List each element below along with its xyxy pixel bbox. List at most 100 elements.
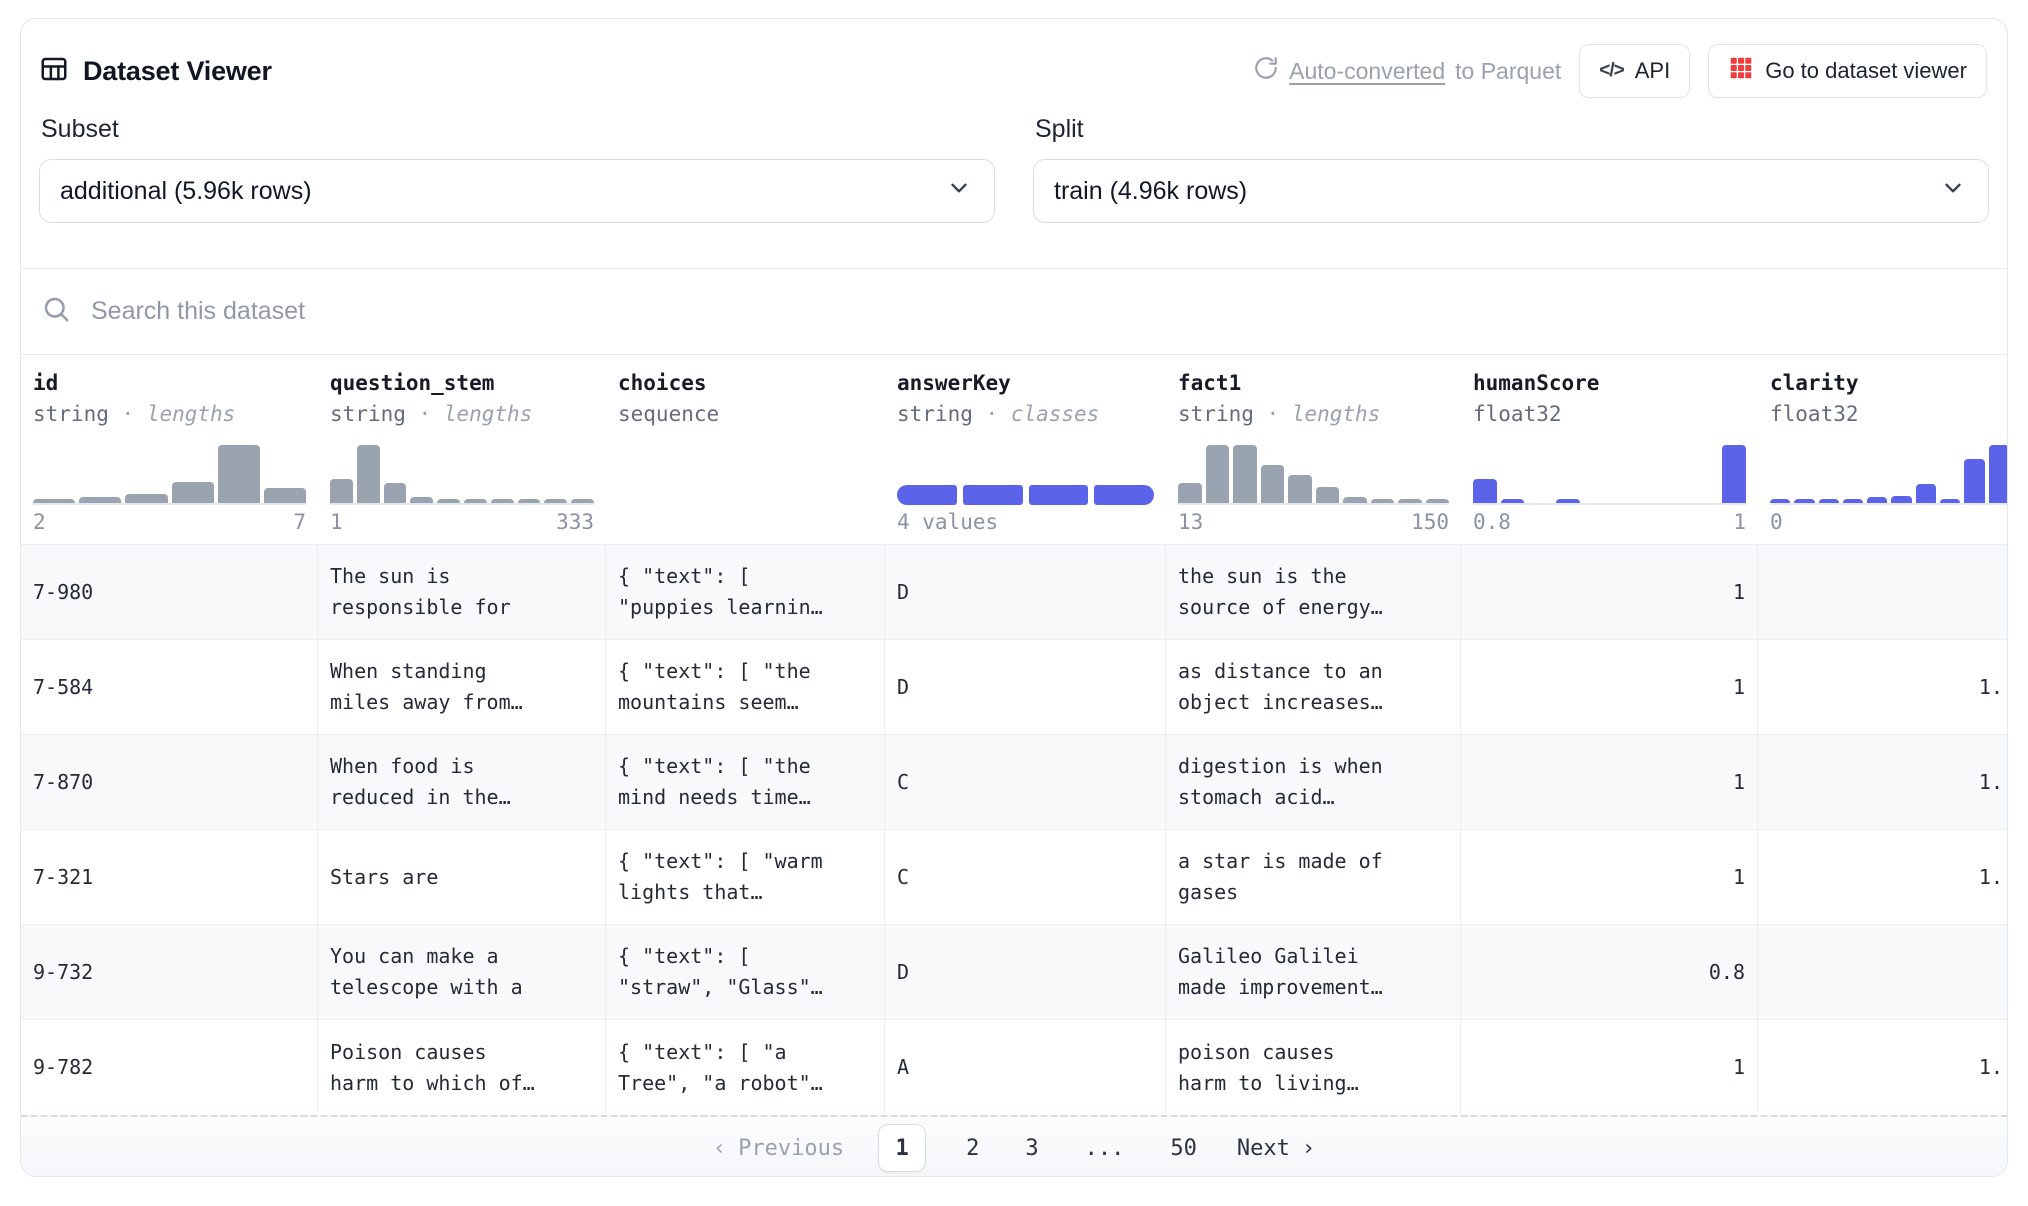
chevron-right-icon: › xyxy=(1302,1136,1315,1161)
cell-question-stem[interactable]: Stars are xyxy=(318,830,606,924)
cell-fact1[interactable]: poison causes harm to living… xyxy=(1166,1020,1461,1115)
next-label: Next xyxy=(1237,1136,1290,1161)
column-header-fact1: fact1 string · lengths 13150 xyxy=(1166,355,1461,544)
cell-fact1[interactable]: a star is made of gases xyxy=(1166,830,1461,924)
table-row[interactable]: 9-782 Poison causes harm to which of… { … xyxy=(21,1020,2007,1115)
cell-answerkey[interactable]: C xyxy=(885,830,1166,924)
page-3-button[interactable]: 3 xyxy=(1019,1136,1044,1161)
page-title: Dataset Viewer xyxy=(83,56,272,87)
cell-fact1[interactable]: digestion is when stomach acid… xyxy=(1166,735,1461,829)
cell-id[interactable]: 9-732 xyxy=(21,925,318,1019)
subset-select[interactable]: additional (5.96k rows) xyxy=(39,159,995,223)
go-to-dataset-viewer-button[interactable]: Go to dataset viewer xyxy=(1708,44,1987,98)
column-name: answerKey xyxy=(897,371,1154,395)
red-grid-icon xyxy=(1728,55,1754,87)
column-name: humanScore xyxy=(1473,371,1746,395)
column-header-question-stem: question_stem string · lengths 1333 xyxy=(318,355,606,544)
previous-label: Previous xyxy=(738,1136,844,1161)
cell-id[interactable]: 7-870 xyxy=(21,735,318,829)
table-row[interactable]: 7-870 When food is reduced in the… { "te… xyxy=(21,735,2007,830)
cell-clarity[interactable]: 1. xyxy=(1758,1020,2008,1115)
cell-id[interactable]: 9-782 xyxy=(21,1020,318,1115)
cell-question-stem[interactable]: Poison causes harm to which of… xyxy=(318,1020,606,1115)
cell-id[interactable]: 7-584 xyxy=(21,640,318,734)
dataset-viewer-card: Dataset Viewer Auto-converted to Parquet… xyxy=(20,18,2008,1177)
cell-humanscore[interactable]: 1 xyxy=(1461,1020,1758,1115)
page-ellipsis: ... xyxy=(1079,1136,1131,1161)
chevron-down-icon xyxy=(946,175,972,208)
previous-button[interactable]: ‹ Previous xyxy=(713,1136,844,1161)
cell-humanscore[interactable]: 1 xyxy=(1461,640,1758,734)
api-button-label: API xyxy=(1635,58,1670,84)
cell-answerkey[interactable]: A xyxy=(885,1020,1166,1115)
column-name: clarity xyxy=(1770,371,2008,395)
cell-clarity[interactable] xyxy=(1758,925,2008,1019)
cell-clarity[interactable]: 1. xyxy=(1758,830,2008,924)
cell-fact1[interactable]: Galileo Galilei made improvement… xyxy=(1166,925,1461,1019)
cell-id[interactable]: 7-321 xyxy=(21,830,318,924)
column-name: id xyxy=(33,371,306,395)
table-row[interactable]: 7-584 When standing miles away from… { "… xyxy=(21,640,2007,735)
column-header-choices: choices sequence xyxy=(606,355,885,544)
cell-humanscore[interactable]: 1 xyxy=(1461,830,1758,924)
cell-question-stem[interactable]: You can make a telescope with a xyxy=(318,925,606,1019)
cell-choices[interactable]: { "text": [ "the mountains seem… xyxy=(606,640,885,734)
cell-answerkey[interactable]: C xyxy=(885,735,1166,829)
cell-answerkey[interactable]: D xyxy=(885,545,1166,639)
api-button[interactable]: </> API xyxy=(1579,44,1690,98)
search-input[interactable] xyxy=(91,297,1987,326)
cell-choices[interactable]: { "text": [ "puppies learnin… xyxy=(606,545,885,639)
humanscore-histogram[interactable] xyxy=(1473,443,1746,505)
cell-choices[interactable]: { "text": [ "warm lights that… xyxy=(606,830,885,924)
cell-answerkey[interactable]: D xyxy=(885,925,1166,1019)
answerkey-values-label: 4 values xyxy=(897,510,998,534)
next-button[interactable]: Next › xyxy=(1237,1136,1315,1161)
cell-humanscore[interactable]: 1 xyxy=(1461,545,1758,639)
table-row[interactable]: 7-321 Stars are { "text": [ "warm lights… xyxy=(21,830,2007,925)
cell-choices[interactable]: { "text": [ "straw", "Glass"… xyxy=(606,925,885,1019)
pagination-bar: ‹ Previous 1 2 3 ... 50 Next › xyxy=(21,1115,2007,1177)
cell-choices[interactable]: { "text": [ "the mind needs time… xyxy=(606,735,885,829)
table-icon xyxy=(39,54,69,89)
table-header: id string · lengths 27 question_stem str… xyxy=(21,355,2007,545)
auto-converted-link[interactable]: Auto-converted to Parquet xyxy=(1253,55,1561,87)
table-row[interactable]: 9-732 You can make a telescope with a { … xyxy=(21,925,2007,1020)
cell-fact1[interactable]: as distance to an object increases… xyxy=(1166,640,1461,734)
fact1-histogram[interactable] xyxy=(1178,443,1449,505)
cell-clarity[interactable] xyxy=(1758,545,2008,639)
page-2-button[interactable]: 2 xyxy=(960,1136,985,1161)
cell-humanscore[interactable]: 1 xyxy=(1461,735,1758,829)
cell-id[interactable]: 7-980 xyxy=(21,545,318,639)
table-row[interactable]: 7-980 The sun is responsible for { "text… xyxy=(21,545,2007,640)
column-header-id: id string · lengths 27 xyxy=(21,355,318,544)
cell-question-stem[interactable]: When standing miles away from… xyxy=(318,640,606,734)
page-1-button[interactable]: 1 xyxy=(878,1124,926,1172)
split-select[interactable]: train (4.96k rows) xyxy=(1033,159,1989,223)
auto-converted-label: Auto-converted xyxy=(1289,58,1445,85)
split-select-value: train (4.96k rows) xyxy=(1054,177,1247,206)
cell-question-stem[interactable]: The sun is responsible for xyxy=(318,545,606,639)
cell-fact1[interactable]: the sun is the source of energy… xyxy=(1166,545,1461,639)
column-header-clarity: clarity float32 0 xyxy=(1758,355,2008,544)
column-name: fact1 xyxy=(1178,371,1449,395)
question-stem-histogram[interactable] xyxy=(330,443,594,505)
page-50-button[interactable]: 50 xyxy=(1164,1136,1203,1161)
search-icon xyxy=(41,294,71,329)
subset-select-value: additional (5.96k rows) xyxy=(60,177,312,206)
refresh-icon xyxy=(1253,55,1279,87)
cell-clarity[interactable]: 1. xyxy=(1758,640,2008,734)
answerkey-class-bar[interactable] xyxy=(897,485,1154,505)
cell-clarity[interactable]: 1. xyxy=(1758,735,2008,829)
subset-split-controls: Subset additional (5.96k rows) Split tra… xyxy=(21,99,2007,269)
id-histogram[interactable] xyxy=(33,443,306,505)
table-body: 7-980 The sun is responsible for { "text… xyxy=(21,545,2007,1115)
cell-humanscore[interactable]: 0.8 xyxy=(1461,925,1758,1019)
clarity-histogram[interactable] xyxy=(1770,443,2008,505)
card-header: Dataset Viewer Auto-converted to Parquet… xyxy=(21,19,2007,99)
chevron-down-icon xyxy=(1940,175,1966,208)
code-icon: </> xyxy=(1599,60,1623,82)
cell-choices[interactable]: { "text": [ "a Tree", "a robot"… xyxy=(606,1020,885,1115)
cell-answerkey[interactable]: D xyxy=(885,640,1166,734)
go-to-dataset-viewer-label: Go to dataset viewer xyxy=(1765,58,1967,84)
cell-question-stem[interactable]: When food is reduced in the… xyxy=(318,735,606,829)
